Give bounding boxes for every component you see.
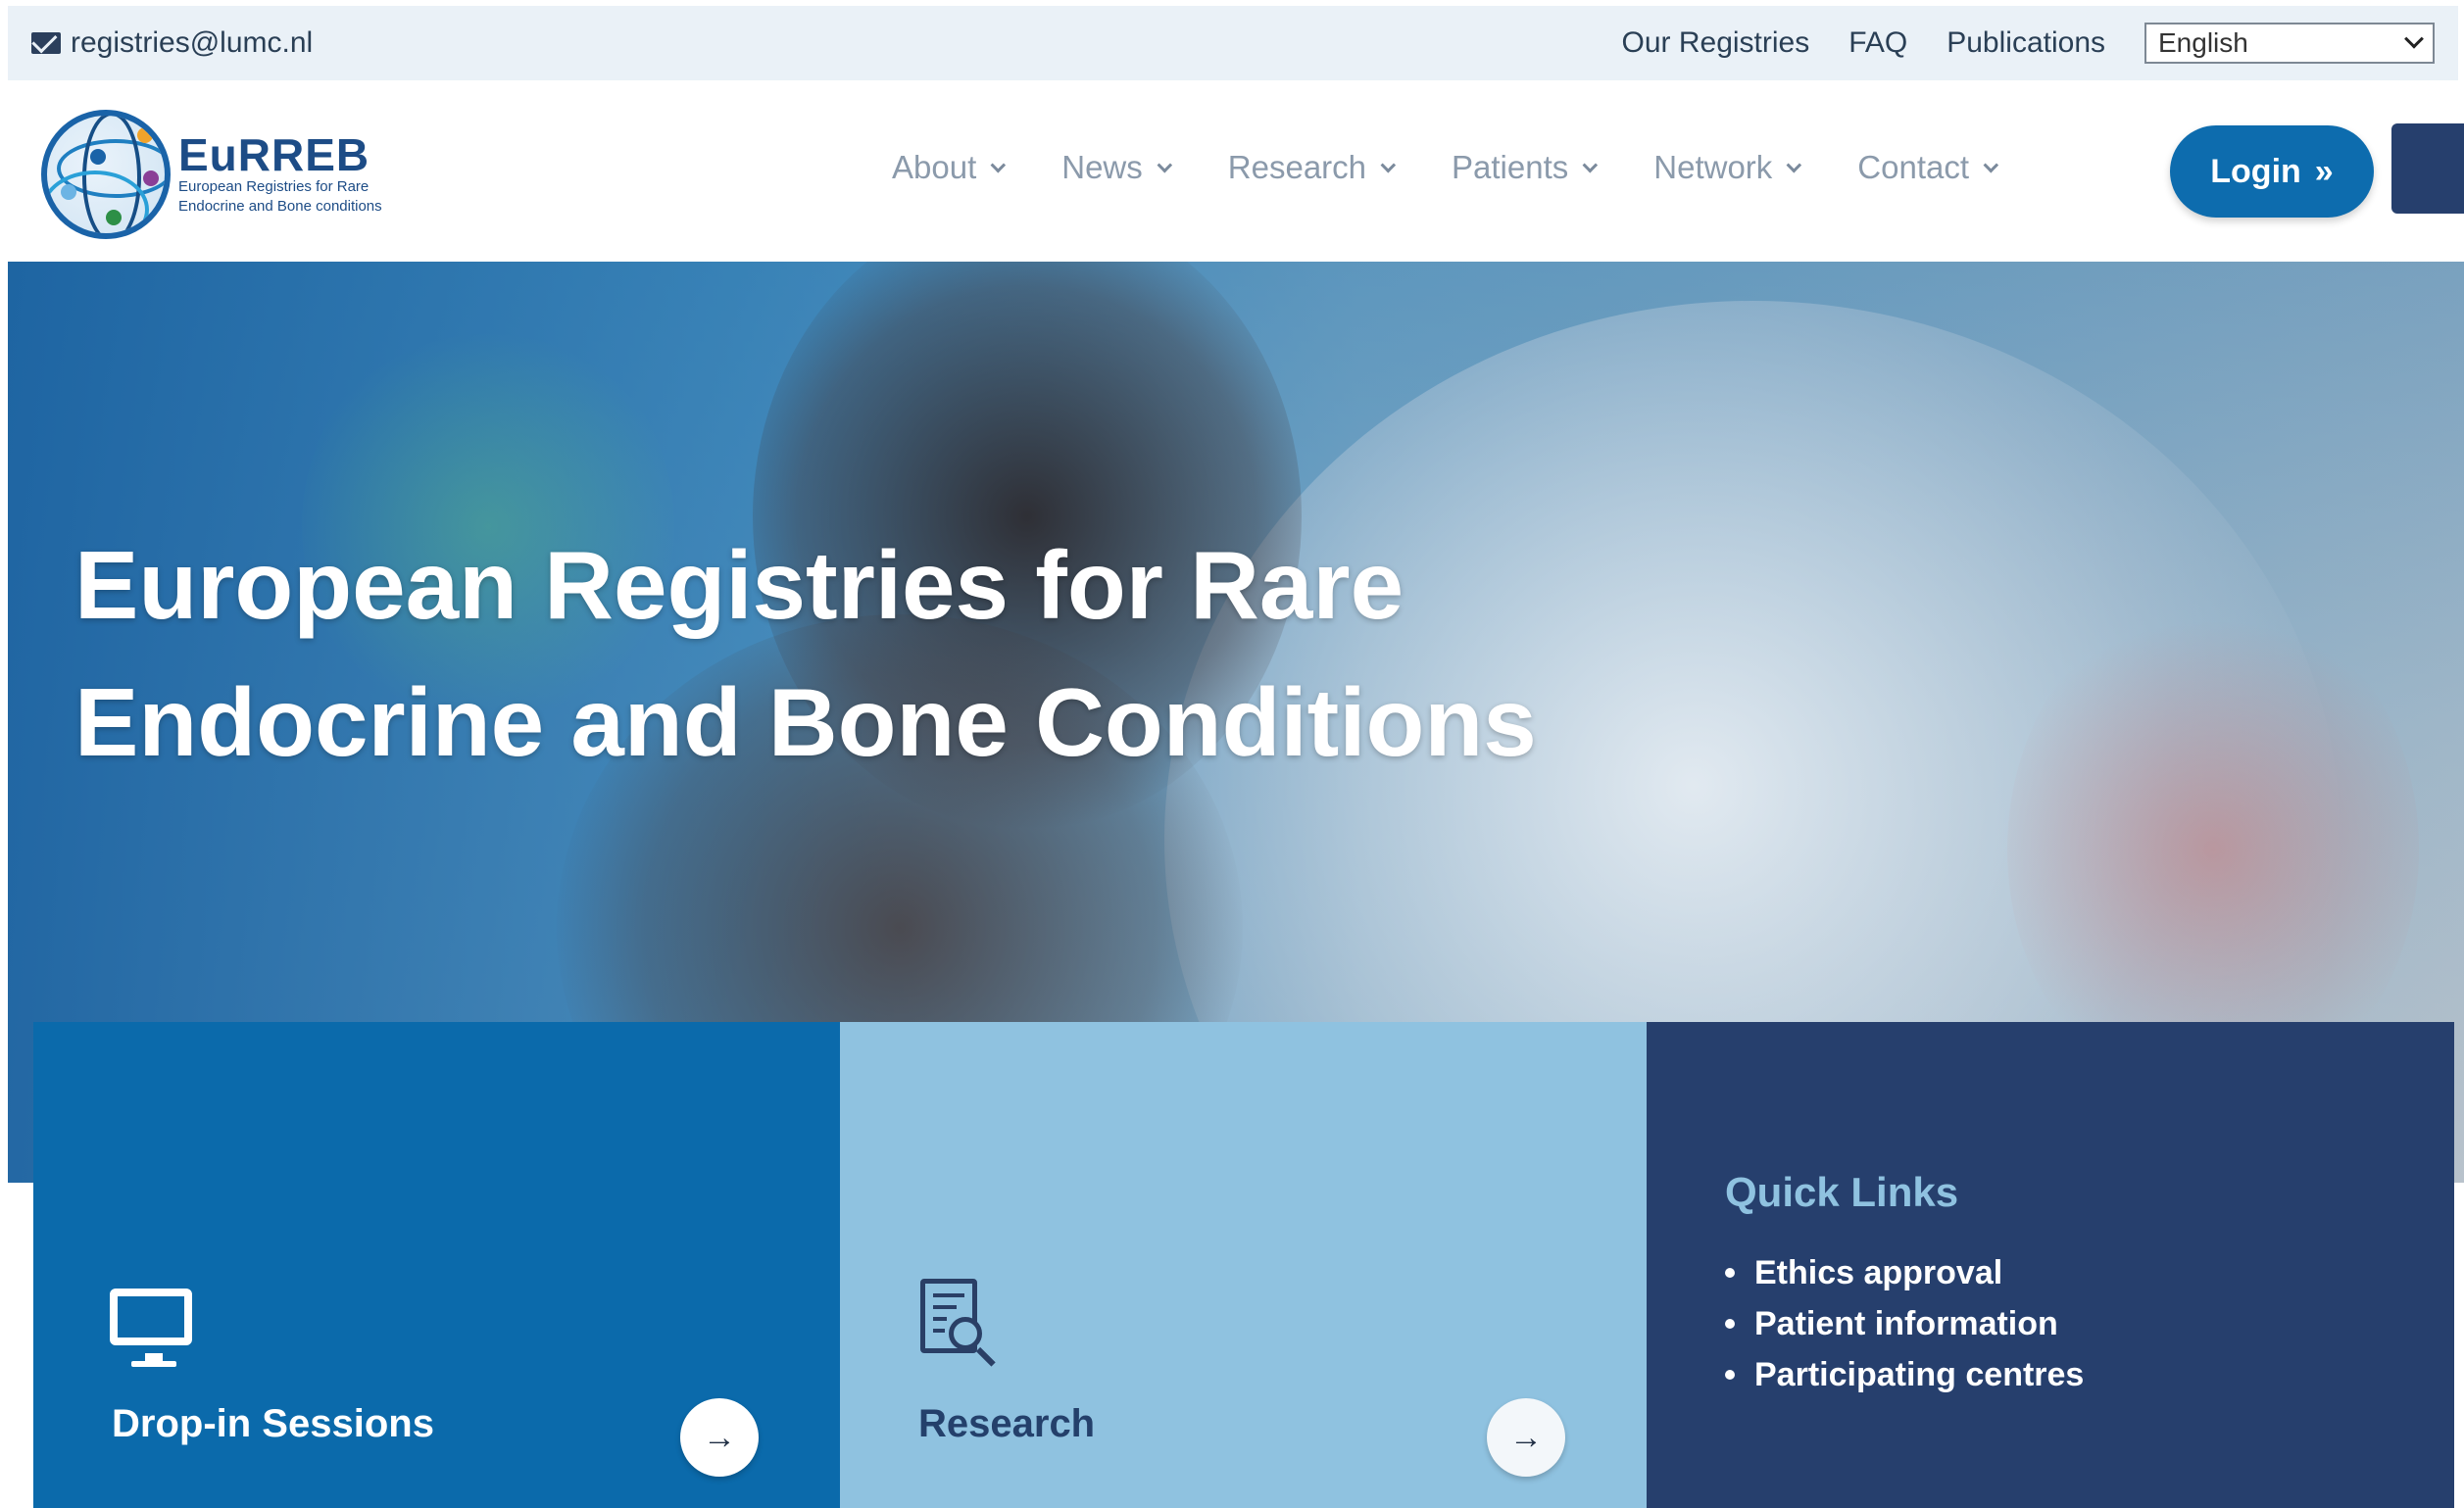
chevron-down-icon — [1380, 157, 1397, 172]
card-research[interactable]: Research → — [840, 1022, 1647, 1508]
chevron-down-icon — [1983, 157, 1999, 172]
chevron-down-icon — [1582, 157, 1599, 172]
quick-link-patient-information[interactable]: Patient information — [1725, 1298, 2084, 1349]
monitor-icon — [110, 1289, 192, 1367]
site-logo[interactable]: EuRREB European Registries for Rare Endo… — [41, 108, 414, 240]
card-quick-links: Quick Links Ethics approval Patient info… — [1647, 1022, 2454, 1508]
nav-item-network[interactable]: Network — [1653, 149, 1802, 186]
feature-cards: Drop-in Sessions → Research → Quick Link… — [33, 1022, 2454, 1508]
hero-title: European Registries for Rare Endocrine a… — [74, 531, 1537, 776]
chevron-down-icon — [2404, 28, 2424, 49]
quick-links-title: Quick Links — [1725, 1169, 1959, 1215]
document-search-icon — [920, 1279, 996, 1367]
globe-logo-icon — [41, 109, 171, 239]
nav-item-patients[interactable]: Patients — [1452, 149, 1599, 186]
link-faq[interactable]: FAQ — [1848, 26, 1907, 60]
page: registries@lumc.nl Our Registries FAQ Pu… — [0, 0, 2464, 1508]
card-title: Research — [918, 1402, 1096, 1445]
language-value: English — [2158, 27, 2248, 58]
logo-title: EuRREB — [178, 128, 370, 180]
arrow-right-icon: → — [1509, 1418, 1543, 1456]
chevron-down-icon — [1157, 157, 1172, 172]
main-header: EuRREB European Registries for Rare Endo… — [0, 80, 2464, 262]
secondary-header-button[interactable] — [2391, 123, 2464, 214]
logo-subtitle-1: European Registries for Rare — [178, 177, 370, 195]
email-contact[interactable]: registries@lumc.nl — [31, 26, 313, 60]
nav-item-news[interactable]: News — [1061, 149, 1172, 186]
main-nav: About News Research Patients Network Con… — [892, 149, 1999, 186]
quick-links-list: Ethics approval Patient information Part… — [1725, 1247, 2084, 1400]
link-our-registries[interactable]: Our Registries — [1622, 26, 1810, 60]
logo-text: EuRREB European Registries for Rare Endo… — [178, 132, 382, 217]
login-button[interactable]: Login » — [2170, 125, 2374, 218]
nav-item-research[interactable]: Research — [1228, 149, 1397, 186]
nav-item-about[interactable]: About — [892, 149, 1007, 186]
card-drop-in-sessions[interactable]: Drop-in Sessions → — [33, 1022, 840, 1508]
arrow-right-button[interactable]: → — [680, 1398, 759, 1477]
logo-subtitle-2: Endocrine and Bone conditions — [178, 197, 382, 215]
email-text: registries@lumc.nl — [71, 26, 314, 59]
envelope-icon — [31, 32, 61, 54]
nav-item-contact[interactable]: Contact — [1857, 149, 1999, 186]
utility-links: Our Registries FAQ Publications English — [1622, 23, 2435, 64]
double-chevron-right-icon: » — [2314, 152, 2334, 190]
card-title: Drop-in Sessions — [112, 1402, 434, 1445]
quick-link-participating-centres[interactable]: Participating centres — [1725, 1349, 2084, 1400]
arrow-right-icon: → — [703, 1418, 736, 1456]
chevron-down-icon — [1786, 157, 1802, 172]
link-publications[interactable]: Publications — [1947, 26, 2105, 60]
chevron-down-icon — [990, 157, 1007, 172]
top-utility-bar: registries@lumc.nl Our Registries FAQ Pu… — [8, 6, 2458, 80]
arrow-right-button[interactable]: → — [1487, 1398, 1565, 1477]
quick-link-ethics-approval[interactable]: Ethics approval — [1725, 1247, 2084, 1298]
language-select[interactable]: English — [2144, 23, 2435, 64]
